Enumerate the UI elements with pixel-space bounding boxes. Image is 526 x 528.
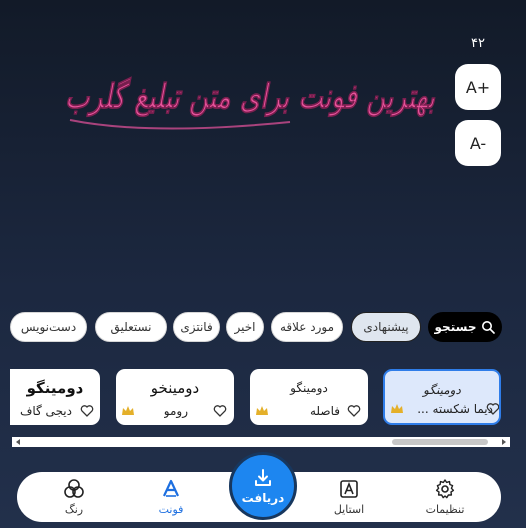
heart-icon[interactable] — [347, 404, 361, 418]
chip-handwriting[interactable]: دست‌نویس — [10, 312, 87, 342]
chip-handwriting-label: دست‌نویس — [20, 320, 77, 334]
download-icon — [255, 469, 271, 486]
download-button[interactable]: دریافت — [229, 452, 297, 520]
nav-style[interactable]: استایل — [319, 478, 379, 520]
chip-recent-label: اخیر — [234, 320, 256, 334]
font-card[interactable]: دومینخو رومو — [116, 369, 234, 425]
search-label: جستجو — [434, 320, 477, 334]
nav-style-label: استایل — [333, 503, 365, 516]
font-name: دیما شکسته ... — [417, 402, 493, 416]
download-label: دریافت — [241, 491, 285, 505]
nav-color-label: رنگ — [64, 503, 84, 516]
font-sample: دومینگو — [290, 381, 328, 395]
preview-text: بهترین فونت برای متن تبلیغ گلرب — [65, 76, 436, 130]
crown-icon — [391, 404, 403, 413]
search-icon — [482, 321, 496, 334]
heart-icon[interactable] — [213, 404, 227, 418]
chip-fantasy[interactable]: فانتزی — [173, 312, 220, 342]
font-sample: دومینگو — [423, 383, 461, 397]
font-card[interactable]: دومینگو دیجی گاف — [10, 369, 100, 425]
decrease-size-button[interactable]: A- — [455, 120, 501, 166]
font-size-value: ۴۲ — [471, 36, 485, 51]
font-name: فاصله — [310, 404, 340, 418]
heart-icon[interactable] — [80, 404, 94, 418]
chip-recent[interactable]: اخیر — [226, 312, 264, 342]
font-sample: دومینگو — [26, 379, 84, 397]
chip-suggested[interactable]: پیشنهادی — [351, 312, 421, 342]
nav-color[interactable]: رنگ — [44, 478, 104, 520]
chip-suggested-label: پیشنهادی — [363, 320, 409, 334]
font-sample: دومینخو — [150, 379, 200, 397]
chip-nastaliq-label: نستعلیق — [110, 320, 152, 334]
filter-bar: دست‌نویس نستعلیق فانتزی اخیر مورد علاقه … — [10, 312, 502, 344]
nav-settings-label: تنظیمات — [425, 503, 465, 516]
crown-icon — [122, 406, 134, 415]
increase-size-button[interactable]: A+ — [455, 64, 501, 110]
scroll-right-arrow-icon[interactable] — [499, 437, 509, 447]
gear-icon — [435, 479, 455, 499]
nav-font[interactable]: فونت — [141, 478, 201, 520]
font-name: دیجی گاف — [19, 404, 72, 418]
style-icon — [340, 480, 358, 498]
chip-nastaliq[interactable]: نستعلیق — [95, 312, 167, 342]
font-card[interactable]: دومینگو دیما شکسته ... — [383, 369, 501, 425]
color-icon — [64, 479, 84, 498]
preview-text-content: بهترین فونت برای متن تبلیغ گلرب — [65, 76, 435, 117]
font-name: رومو — [163, 404, 188, 418]
nav-settings[interactable]: تنظیمات — [415, 478, 475, 520]
chip-favorites[interactable]: مورد علاقه — [271, 312, 343, 342]
font-card[interactable]: دومینگو فاصله — [250, 369, 368, 425]
scroll-left-arrow-icon[interactable] — [13, 437, 23, 447]
crown-icon — [256, 406, 268, 415]
increase-size-label: A+ — [465, 77, 491, 97]
decrease-size-label: A- — [469, 133, 487, 153]
font-icon — [163, 479, 179, 497]
heart-icon[interactable] — [486, 402, 500, 416]
scrollbar-thumb[interactable] — [392, 439, 488, 445]
search-button[interactable]: جستجو — [428, 312, 502, 342]
chip-fantasy-label: فانتزی — [180, 320, 213, 334]
chip-favorites-label: مورد علاقه — [279, 320, 335, 334]
nav-font-label: فونت — [158, 503, 184, 516]
